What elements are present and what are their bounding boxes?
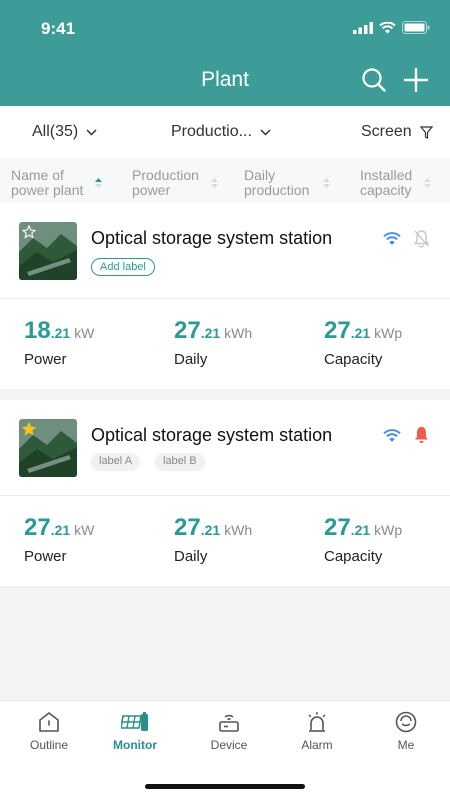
station-card[interactable]: Optical storage system station Add label… [0, 203, 450, 389]
sort-capacity-label: Installed capacity [360, 167, 413, 198]
filter-bar: All(35) Productio... Screen [0, 106, 450, 158]
router-icon [219, 714, 239, 732]
solar-panel-icon [121, 712, 148, 731]
tab-monitor[interactable]: Monitor [95, 710, 175, 752]
favorite-star-icon[interactable] [22, 225, 36, 239]
filter-all-label: All(35) [32, 123, 79, 140]
daily-label: Daily [174, 548, 208, 565]
home-indicator [145, 784, 305, 789]
station-card[interactable]: Optical storage system station label A l… [0, 400, 450, 586]
bell-alarm-icon [415, 427, 428, 443]
bell-muted-icon [413, 230, 430, 248]
capacity-label: Capacity [324, 351, 383, 368]
capacity-value: 27.21 kWp [324, 514, 403, 541]
station-name: Optical storage system station [91, 228, 333, 248]
power-label: Power [24, 548, 67, 565]
daily-value: 27.21 kWh [174, 317, 253, 344]
station-name: Optical storage system station [91, 425, 333, 445]
sort-name-label: Name of power plant [11, 167, 84, 198]
daily-stat: 27.21 kWh Daily [174, 317, 252, 368]
plus-icon[interactable] [403, 67, 429, 93]
wifi-online-icon [383, 429, 401, 442]
daily-stat: 27.21 kWh Daily [174, 514, 252, 565]
daily-label: Daily [174, 351, 208, 368]
station-label-tag: label A [91, 453, 141, 471]
tab-device-label: Device [210, 738, 248, 752]
alarm-light-icon [308, 712, 326, 732]
sort-capacity[interactable]: Installed capacity [360, 168, 431, 198]
app-header: 9:41 Plant [0, 0, 450, 106]
user-icon [395, 711, 417, 733]
power-label: Power [24, 351, 67, 368]
status-icons [353, 21, 430, 34]
sort-arrows-icon [211, 178, 218, 188]
tab-me[interactable]: Me [366, 710, 446, 752]
card-divider [0, 298, 450, 299]
sort-arrows-icon [323, 178, 330, 188]
power-stat: 18.21 kW Power [24, 317, 94, 368]
capacity-value: 27.21 kWp [324, 317, 403, 344]
capacity-label: Capacity [324, 548, 383, 565]
filter-production-label: Productio... [171, 123, 252, 140]
chevron-down-icon [260, 128, 271, 136]
sort-power-label: Production power [132, 167, 199, 198]
wifi-online-icon [383, 232, 401, 245]
screen-label: Screen [361, 123, 412, 140]
sort-bar: Name of power plant Production power Dai… [0, 158, 450, 203]
chevron-down-icon [86, 128, 97, 136]
tab-me-label: Me [397, 738, 415, 752]
tab-monitor-label: Monitor [113, 738, 157, 752]
sort-daily-label: Daily production [244, 167, 310, 198]
filter-production-dropdown[interactable]: Productio... [171, 123, 271, 141]
tab-outline[interactable]: Outline [9, 710, 89, 752]
signal-icon [353, 21, 373, 34]
tab-outline-label: Outline [29, 738, 69, 752]
funnel-icon [419, 125, 433, 139]
card-divider [0, 495, 450, 496]
search-icon[interactable] [361, 67, 387, 93]
battery-icon [402, 21, 430, 34]
capacity-stat: 27.21 kWp Capacity [324, 317, 402, 368]
station-label-tag: label B [155, 453, 205, 471]
sort-name[interactable]: Name of power plant [11, 168, 102, 198]
power-stat: 27.21 kW Power [24, 514, 94, 565]
capacity-stat: 27.21 kWp Capacity [324, 514, 402, 565]
status-time: 9:41 [41, 19, 76, 38]
sort-daily[interactable]: Daily production [244, 168, 330, 198]
add-label-button[interactable]: Add label [91, 258, 155, 276]
wifi-status-icon [379, 21, 396, 33]
power-value: 18.21 kW [24, 317, 95, 344]
tab-device[interactable]: Device [189, 710, 269, 752]
sort-arrows-icon [95, 178, 102, 188]
power-value: 27.21 kW [24, 514, 95, 541]
tab-alarm-label: Alarm [301, 738, 333, 752]
screen-filter-button[interactable]: Screen [361, 123, 433, 141]
filter-all-dropdown[interactable]: All(35) [32, 123, 97, 141]
sort-arrows-icon [424, 178, 431, 188]
favorite-star-icon[interactable] [22, 422, 36, 436]
tab-alarm[interactable]: Alarm [277, 710, 357, 752]
sort-power[interactable]: Production power [132, 168, 218, 198]
home-icon [39, 712, 59, 732]
daily-value: 27.21 kWh [174, 514, 253, 541]
